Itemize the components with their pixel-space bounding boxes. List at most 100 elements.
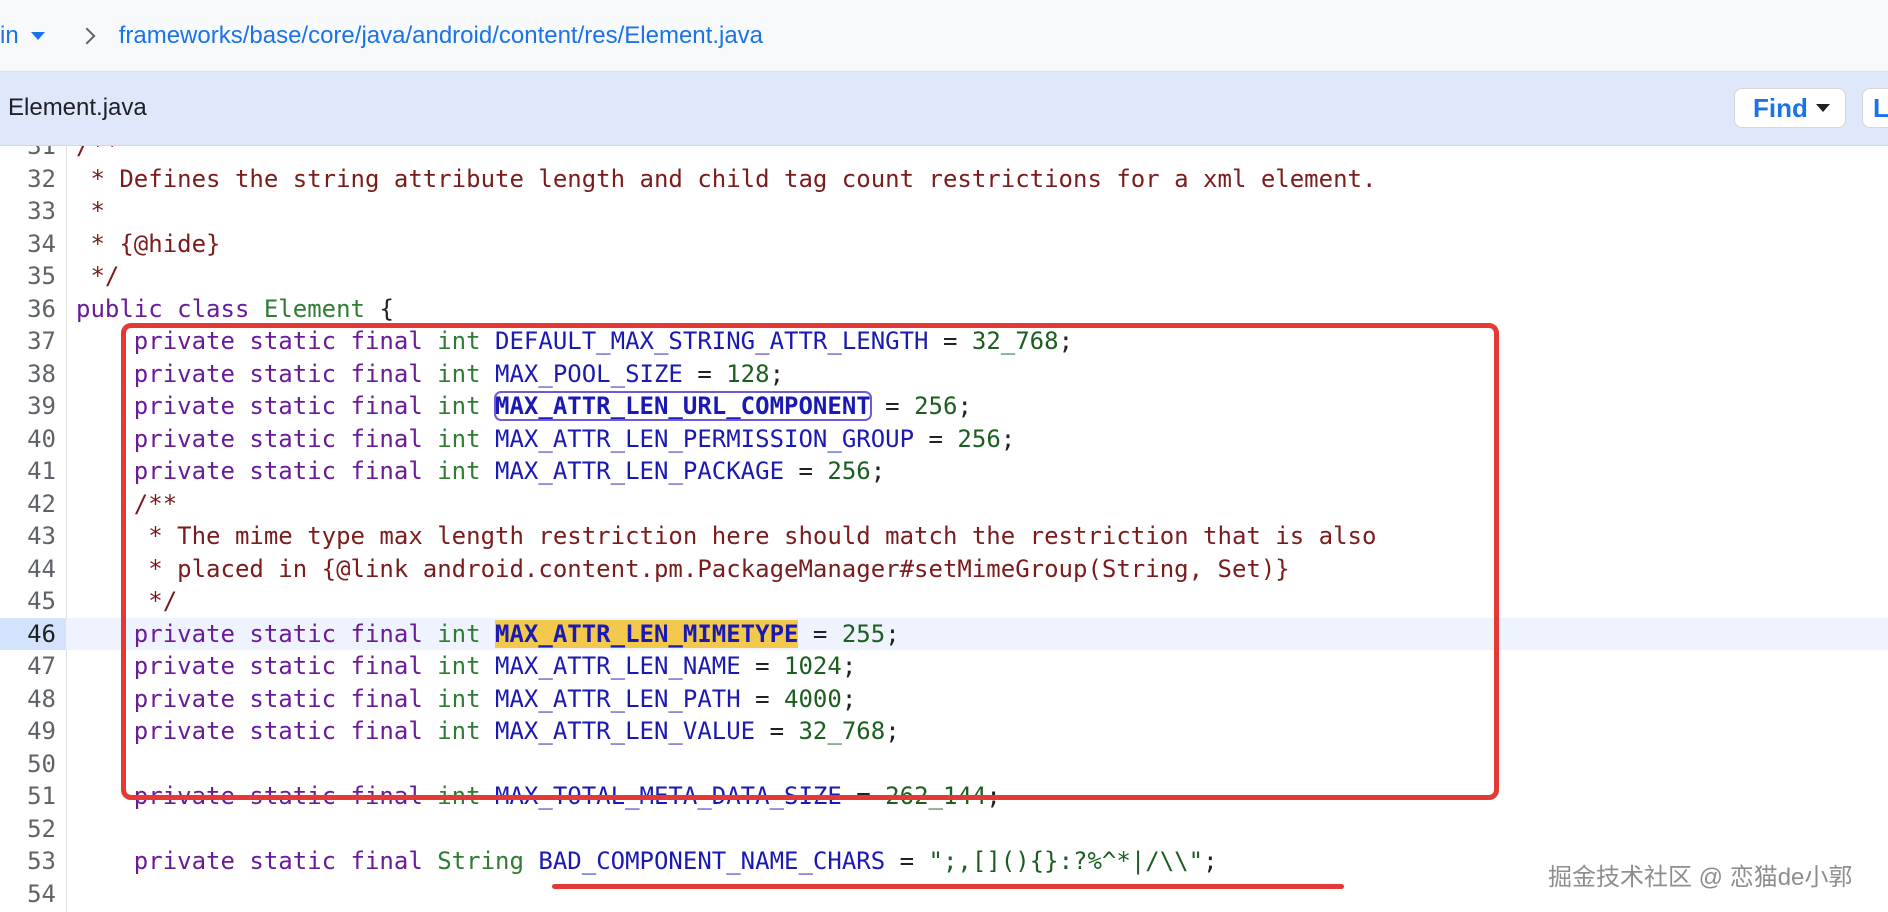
line-number[interactable]: 31: [0, 146, 66, 163]
code-token: 256: [914, 392, 958, 420]
code-token: /**: [76, 146, 120, 160]
code-token[interactable]: MAX_TOTAL_META_DATA_SIZE: [495, 782, 842, 810]
code-text: /**: [76, 146, 119, 163]
code-line[interactable]: 34 * {@hide}: [0, 228, 1888, 261]
line-number[interactable]: 50: [0, 748, 66, 781]
code-token[interactable]: MAX_ATTR_LEN_PATH: [495, 685, 741, 713]
code-text: private static final int MAX_ATTR_LEN_MI…: [76, 618, 900, 651]
line-number[interactable]: 32: [0, 163, 66, 196]
code-line[interactable]: 38 private static final int MAX_POOL_SIZ…: [0, 358, 1888, 391]
code-token: Element: [263, 294, 365, 323]
code-line[interactable]: 50: [0, 748, 1888, 781]
selected-identifier[interactable]: MAX_ATTR_LEN_URL_COMPONENT: [494, 391, 872, 421]
code-token: ;: [957, 392, 972, 420]
file-header-bar: Element.java Find L: [0, 72, 1888, 146]
code-token: =: [798, 619, 842, 648]
code-token: int: [437, 619, 496, 648]
line-number[interactable]: 37: [0, 325, 66, 358]
code-token: int: [437, 457, 496, 485]
code-token: private static final: [76, 359, 438, 388]
line-number[interactable]: 42: [0, 488, 66, 521]
code-line[interactable]: 42 /**: [0, 488, 1888, 521]
code-line[interactable]: 31 /**: [0, 146, 1888, 163]
code-text: private static final int MAX_ATTR_LEN_PE…: [76, 423, 1015, 456]
code-text: private static final int MAX_POOL_SIZE =…: [76, 358, 784, 391]
code-line[interactable]: 40 private static final int MAX_ATTR_LEN…: [0, 423, 1888, 456]
code-token: int: [437, 717, 496, 745]
line-number[interactable]: 46: [0, 617, 66, 650]
code-token: =: [928, 327, 972, 355]
line-number[interactable]: 33: [0, 195, 66, 228]
line-number[interactable]: 48: [0, 683, 66, 716]
line-number[interactable]: 54: [0, 878, 66, 911]
code-token[interactable]: MAX_ATTR_LEN_NAME: [495, 652, 741, 680]
line-number[interactable]: 51: [0, 780, 66, 813]
code-line[interactable]: 41 private static final int MAX_ATTR_LEN…: [0, 455, 1888, 488]
code-line[interactable]: 45 */: [0, 585, 1888, 618]
code-line[interactable]: 33 *: [0, 195, 1888, 228]
code-line[interactable]: 48 private static final int MAX_ATTR_LEN…: [0, 683, 1888, 716]
line-number[interactable]: 40: [0, 423, 66, 456]
code-line[interactable]: 35 */: [0, 260, 1888, 293]
line-number[interactable]: 45: [0, 585, 66, 618]
code-text: private static final int MAX_ATTR_LEN_UR…: [76, 390, 972, 423]
code-token: */: [76, 262, 120, 290]
code-token: ;: [769, 359, 785, 388]
line-number[interactable]: 52: [0, 813, 66, 846]
line-number[interactable]: 43: [0, 520, 66, 553]
code-line[interactable]: 39 private static final int MAX_ATTR_LEN…: [0, 390, 1888, 423]
highlighted-identifier[interactable]: MAX_ATTR_LEN_MIMETYPE: [495, 619, 799, 648]
line-number[interactable]: 41: [0, 455, 66, 488]
line-number[interactable]: 34: [0, 228, 66, 261]
code-token[interactable]: MAX_POOL_SIZE: [495, 360, 683, 388]
code-token[interactable]: BAD_COMPONENT_NAME_CHARS: [538, 847, 885, 875]
code-token[interactable]: MAX_ATTR_LEN_PERMISSION_GROUP: [495, 425, 914, 453]
code-text: /**: [76, 488, 177, 521]
line-number[interactable]: 49: [0, 715, 66, 748]
code-text: private static final int MAX_ATTR_LEN_PA…: [76, 455, 885, 488]
code-token[interactable]: MAX_ATTR_LEN_VALUE: [495, 717, 755, 745]
code-text: * {@hide}: [76, 228, 220, 261]
code-text: private static final String BAD_COMPONEN…: [76, 845, 1218, 878]
code-token: =: [740, 684, 785, 713]
line-number[interactable]: 38: [0, 358, 66, 391]
partial-toolbar-button[interactable]: L: [1862, 88, 1888, 128]
line-number[interactable]: 35: [0, 260, 66, 293]
file-path-breadcrumb[interactable]: frameworks/base/core/java/android/conten…: [119, 22, 763, 50]
line-number[interactable]: 36: [0, 293, 66, 326]
code-token: ;: [1000, 424, 1016, 453]
code-token: ;: [1058, 327, 1074, 355]
code-token: int: [437, 327, 496, 355]
code-viewer[interactable]: 31 /** 32 * Defines the string attribute l…: [0, 146, 1888, 912]
line-number[interactable]: 53: [0, 845, 66, 878]
code-token: 32_768: [798, 717, 886, 745]
dropdown-caret-icon[interactable]: [30, 31, 45, 40]
line-number[interactable]: 47: [0, 650, 66, 683]
code-line[interactable]: 37 private static final int DEFAULT_MAX_…: [0, 325, 1888, 358]
code-token[interactable]: DEFAULT_MAX_STRING_ATTR_LENGTH: [495, 327, 928, 355]
line-number[interactable]: 44: [0, 553, 66, 586]
line-number[interactable]: 39: [0, 390, 66, 423]
code-line[interactable]: 51 private static final int MAX_TOTAL_ME…: [0, 780, 1888, 813]
code-line[interactable]: 52: [0, 813, 1888, 846]
code-token: 1024: [784, 652, 842, 680]
code-token: =: [870, 392, 915, 420]
watermark: 掘金技术社区 @ 恋猫de小郭: [1548, 864, 1853, 891]
code-line[interactable]: 36 public class Element {: [0, 293, 1888, 326]
code-token[interactable]: MAX_ATTR_LEN_PACKAGE: [495, 457, 784, 485]
code-text: * placed in {@link android.content.pm.Pa…: [76, 553, 1290, 586]
code-text: * The mime type max length restriction h…: [76, 520, 1376, 553]
code-token: 255: [841, 619, 886, 648]
code-text: */: [76, 260, 119, 293]
find-button[interactable]: Find: [1734, 88, 1846, 128]
code-line[interactable]: 49 private static final int MAX_ATTR_LEN…: [0, 715, 1888, 748]
code-line[interactable]: 43 * The mime type max length restrictio…: [0, 520, 1888, 553]
code-line[interactable]: 32 * Defines the string attribute length…: [0, 163, 1888, 196]
code-token: =: [885, 847, 929, 875]
code-token: public class: [76, 294, 264, 323]
branch-selector-label[interactable]: in: [0, 22, 19, 50]
code-line[interactable]: 47 private static final int MAX_ATTR_LEN…: [0, 650, 1888, 683]
code-line[interactable]: 46 private static final int MAX_ATTR_LEN…: [0, 617, 1888, 651]
code-token: private static final: [76, 847, 438, 875]
code-line[interactable]: 44 * placed in {@link android.content.pm…: [0, 553, 1888, 586]
